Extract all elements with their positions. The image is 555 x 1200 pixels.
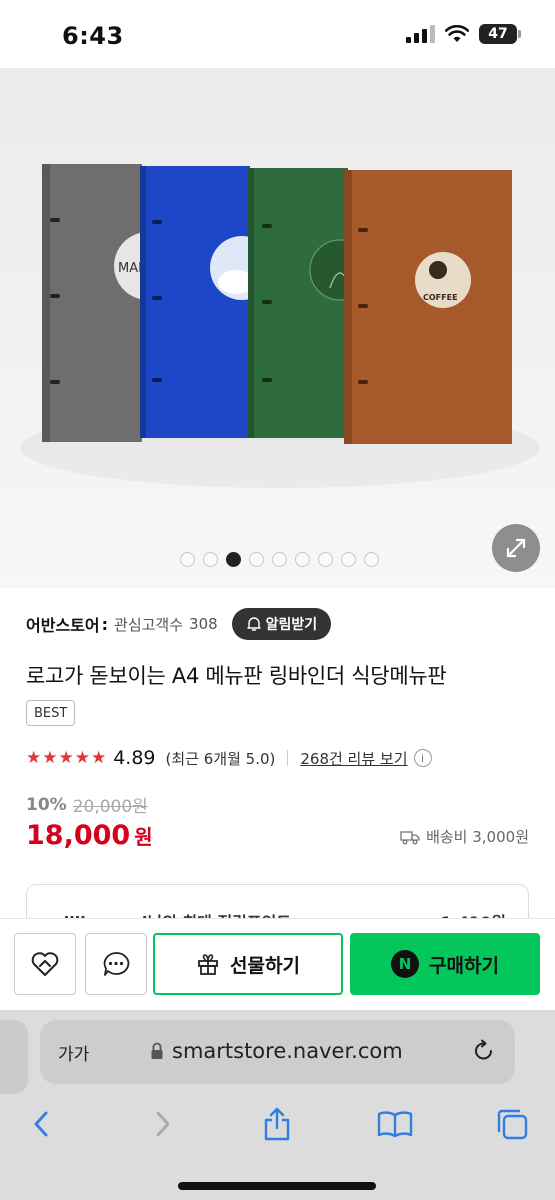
previous-tab-preview[interactable]: [0, 1020, 28, 1094]
battery-icon: 47: [479, 24, 521, 44]
bookmarks-button[interactable]: [375, 1104, 415, 1144]
wifi-icon: [445, 25, 469, 42]
store-info: 어반스토어 : 관심고객수 308 알림받기: [26, 606, 531, 642]
status-time: 6:43: [62, 22, 124, 50]
browser-toolbar: [0, 1098, 555, 1158]
bell-plus-icon: [246, 617, 261, 631]
carousel-dot[interactable]: [249, 552, 264, 567]
product-image-carousel[interactable]: MAD COFFEE: [0, 68, 555, 588]
product-photo: MAD COFFEE: [20, 164, 540, 488]
status-icons: 47: [406, 24, 521, 44]
expand-image-button[interactable]: [492, 524, 540, 572]
original-price: 20,000원: [72, 797, 148, 817]
brown-binder: COFFEE: [344, 170, 512, 444]
wishlist-button[interactable]: [14, 933, 76, 995]
notification-subscribe-label: 알림받기: [265, 617, 318, 633]
chat-bubble-icon: [103, 952, 130, 976]
rating-score: 4.89: [113, 747, 156, 769]
forward-button[interactable]: [142, 1104, 182, 1144]
carousel-dot[interactable]: [272, 552, 287, 567]
url-display[interactable]: smartstore.naver.com: [150, 1039, 403, 1063]
share-button[interactable]: [257, 1104, 297, 1144]
home-indicator[interactable]: [178, 1182, 376, 1190]
lock-icon: [151, 1042, 163, 1059]
url-text: smartstore.naver.com: [172, 1039, 403, 1063]
expand-icon: [506, 538, 526, 558]
fans-label: 관심고객수: [114, 615, 184, 634]
fans-count: 308: [189, 615, 218, 633]
divider: [287, 750, 289, 766]
recent-rating: (최근 6개월 5.0): [165, 749, 276, 768]
carousel-dot[interactable]: [180, 552, 195, 567]
carousel-indicator: [0, 552, 555, 567]
reload-icon[interactable]: [471, 1038, 497, 1064]
share-icon: [264, 1107, 290, 1141]
gift-button[interactable]: 선물하기: [153, 933, 343, 995]
rating-row: ★★★★★ 4.89 (최근 6개월 5.0) 268건 리뷰 보기 i: [26, 744, 432, 772]
tabs-button[interactable]: [492, 1104, 532, 1144]
shipping-fee: 배송비 3,000원: [426, 828, 529, 846]
carousel-dot[interactable]: [318, 552, 333, 567]
gift-button-label: 선물하기: [230, 954, 300, 977]
naver-pay-icon: N: [391, 950, 420, 978]
buy-button-label: 구매하기: [429, 954, 499, 977]
best-badge: BEST: [26, 700, 76, 726]
product-title: 로고가 돋보이는 A4 메뉴판 링바인더 식당메뉴판: [26, 664, 447, 688]
carousel-dot[interactable]: [295, 552, 310, 567]
discount-row: 10% 20,000원: [26, 792, 148, 818]
purchase-action-bar: 선물하기 N 구매하기: [0, 918, 555, 1010]
info-icon[interactable]: i: [413, 749, 432, 767]
reader-options-button[interactable]: 가가: [58, 1040, 89, 1065]
discount-rate: 10%: [26, 794, 67, 815]
sale-price: 18,000: [26, 820, 131, 851]
product-page: 6:43 47 MAD COFFEE 어반스토어: 관심고객수 308 알림받…: [0, 0, 555, 1200]
price-row: 18,000 원: [26, 820, 153, 851]
carousel-dot[interactable]: [341, 552, 356, 567]
reviews-link[interactable]: 268건 리뷰 보기: [300, 748, 407, 769]
gift-icon: [198, 954, 218, 975]
cellular-signal-icon: [406, 25, 435, 43]
shipping-info: 배송비 3,000원: [400, 826, 529, 847]
address-bar[interactable]: 가가 smartstore.naver.com: [40, 1020, 515, 1084]
chevron-right-icon: [156, 1111, 170, 1137]
store-name[interactable]: 어반스토어: [26, 612, 100, 636]
tabs-icon: [497, 1109, 528, 1140]
store-separator: :: [101, 614, 109, 634]
currency-label: 원: [134, 825, 153, 849]
talk-button[interactable]: [85, 933, 147, 995]
heart-icon: [31, 952, 59, 976]
status-bar: 6:43 47: [0, 0, 555, 68]
back-button[interactable]: [22, 1104, 62, 1144]
brown-binder-label: COFFEE: [423, 293, 458, 302]
carousel-dot[interactable]: [364, 552, 379, 567]
carousel-dot-active[interactable]: [226, 552, 241, 567]
truck-icon: [400, 830, 420, 844]
notification-subscribe-button[interactable]: 알림받기: [231, 608, 332, 640]
book-icon: [377, 1111, 413, 1138]
browser-chrome: 가가 smartstore.naver.com: [0, 1010, 555, 1200]
buy-button[interactable]: N 구매하기: [350, 933, 540, 995]
chevron-left-icon: [34, 1111, 48, 1137]
rating-stars-icon: ★★★★★: [26, 748, 108, 768]
carousel-dot[interactable]: [203, 552, 218, 567]
